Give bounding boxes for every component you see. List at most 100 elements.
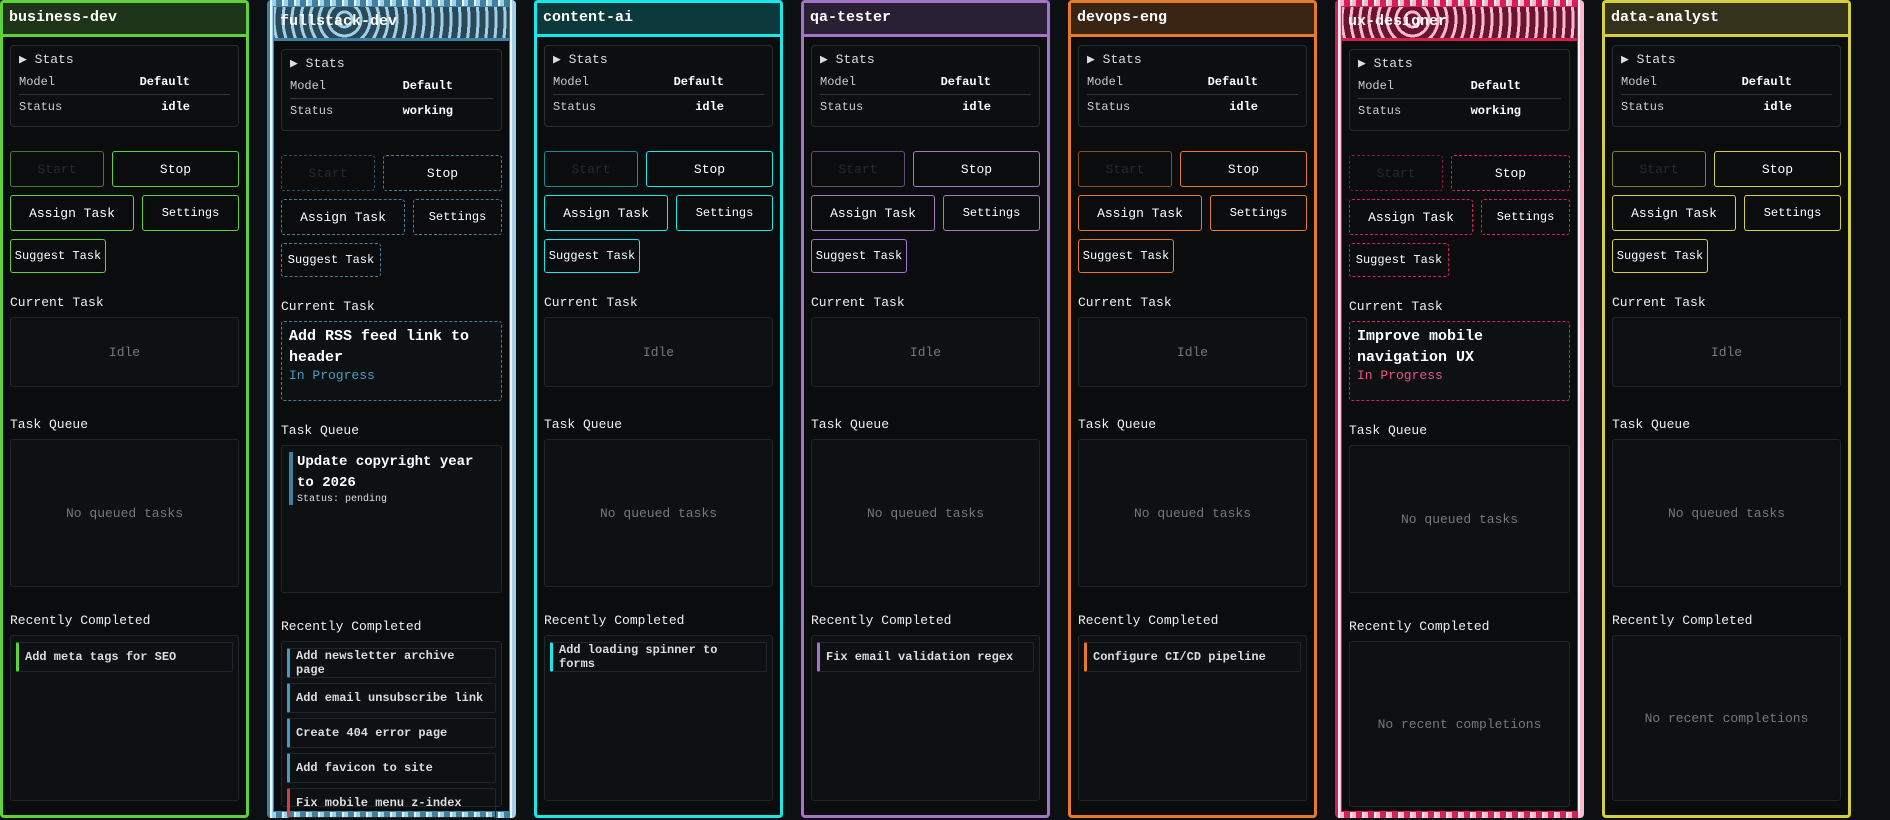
assign-task-button[interactable]: Assign Task [1612, 195, 1736, 231]
current-task-heading: Current Task [1349, 299, 1443, 314]
settings-button[interactable]: Settings [1744, 195, 1841, 231]
suggest-task-button[interactable]: Suggest Task [1078, 239, 1174, 273]
assign-task-button[interactable]: Assign Task [544, 195, 668, 231]
stop-button[interactable]: Stop [112, 151, 239, 187]
suggest-task-button[interactable]: Suggest Task [10, 239, 106, 273]
task-queue-heading: Task Queue [1612, 417, 1691, 432]
stop-button[interactable]: Stop [1714, 151, 1841, 187]
start-button[interactable]: Start [1612, 151, 1706, 187]
stats-panel[interactable]: ▶ Stats Model Default Status idle [811, 45, 1040, 127]
stats-panel[interactable]: ▶ Stats Model Default Status idle [1078, 45, 1307, 127]
triangle-right-icon: ▶ [820, 52, 828, 67]
suggest-task-button[interactable]: Suggest Task [1612, 239, 1708, 273]
recently-completed-heading: Recently Completed [811, 613, 952, 628]
settings-button[interactable]: Settings [943, 195, 1040, 231]
status-value: idle [161, 99, 190, 114]
task-queue-empty: No queued tasks [811, 439, 1040, 587]
stop-button[interactable]: Stop [913, 151, 1040, 187]
agent-panel-ux-designer: ux-designer ▶ Stats Model Default Status w… [1335, 0, 1584, 818]
assign-task-button[interactable]: Assign Task [281, 199, 405, 235]
model-label: Model [1358, 79, 1395, 93]
completed-item[interactable]: Add favicon to site [287, 753, 496, 783]
no-queue-text: No queued tasks [1133, 505, 1252, 521]
settings-button[interactable]: Settings [1481, 199, 1570, 235]
current-task-card[interactable]: Improve mobile navigation UX In Progress [1349, 321, 1570, 401]
stats-toggle[interactable]: ▶ Stats [19, 52, 230, 67]
agent-panel-business-dev: business-dev ▶ Stats Model Default Status… [0, 0, 249, 818]
settings-button[interactable]: Settings [413, 199, 502, 235]
stats-panel[interactable]: ▶ Stats Model Default Status working [281, 49, 502, 131]
start-button[interactable]: Start [811, 151, 905, 187]
stats-panel[interactable]: ▶ Stats Model Default Status idle [10, 45, 239, 127]
completed-item[interactable]: Fix email validation regex [817, 642, 1034, 672]
status-label: Status [820, 99, 864, 114]
queue-item-title: Update copyright year to 2026 [297, 454, 474, 491]
stop-button[interactable]: Stop [1180, 151, 1307, 187]
assign-task-button[interactable]: Assign Task [1078, 195, 1202, 231]
current-task-status: In Progress [289, 368, 375, 383]
settings-button[interactable]: Settings [142, 195, 239, 231]
completed-item[interactable]: Add newsletter archive page [287, 648, 496, 678]
model-value: Default [673, 75, 724, 89]
stats-toggle[interactable]: ▶ Stats [820, 52, 1031, 67]
recently-completed-heading: Recently Completed [1612, 613, 1753, 628]
stats-label: Stats [1636, 52, 1676, 67]
task-queue-heading: Task Queue [544, 417, 623, 432]
stats-toggle[interactable]: ▶ Stats [1358, 56, 1561, 71]
no-queue-text: No queued tasks [65, 505, 184, 521]
settings-button[interactable]: Settings [1210, 195, 1307, 231]
stats-panel[interactable]: ▶ Stats Model Default Status idle [1612, 45, 1841, 127]
assign-task-button[interactable]: Assign Task [10, 195, 134, 231]
current-task-title: Add RSS feed link to header [289, 328, 470, 366]
settings-button[interactable]: Settings [676, 195, 773, 231]
suggest-task-button[interactable]: Suggest Task [281, 243, 381, 277]
status-value: idle [1763, 99, 1792, 114]
completed-item[interactable]: Add email unsubscribe link [287, 683, 496, 713]
stats-panel[interactable]: ▶ Stats Model Default Status working [1349, 49, 1570, 131]
stats-panel[interactable]: ▶ Stats Model Default Status idle [544, 45, 773, 127]
stats-toggle[interactable]: ▶ Stats [1087, 52, 1298, 67]
triangle-right-icon: ▶ [19, 52, 27, 67]
triangle-right-icon: ▶ [1358, 56, 1366, 71]
model-value: Default [940, 75, 991, 89]
start-button[interactable]: Start [1078, 151, 1172, 187]
suggest-task-button[interactable]: Suggest Task [1349, 243, 1449, 277]
stop-button[interactable]: Stop [383, 155, 502, 191]
queue-item[interactable]: Update copyright year to 2026 Status: pen… [289, 452, 494, 505]
status-label: Status [553, 99, 597, 114]
completed-item[interactable]: Configure CI/CD pipeline [1084, 642, 1301, 672]
task-queue-empty: No queued tasks [1349, 445, 1570, 593]
task-queue-heading: Task Queue [811, 417, 890, 432]
stats-toggle[interactable]: ▶ Stats [290, 56, 493, 71]
start-button[interactable]: Start [10, 151, 104, 187]
model-label: Model [1621, 75, 1658, 89]
recent-list: Fix email validation regex [811, 635, 1040, 801]
completed-item[interactable]: Add loading spinner to forms [550, 642, 767, 672]
start-button[interactable]: Start [281, 155, 375, 191]
recently-completed-heading: Recently Completed [544, 613, 685, 628]
recent-empty: No recent completions [1349, 641, 1570, 807]
model-label: Model [19, 75, 56, 89]
start-button[interactable]: Start [544, 151, 638, 187]
start-button[interactable]: Start [1349, 155, 1443, 191]
completed-item[interactable]: Fix mobile menu z-index [287, 788, 496, 818]
assign-task-button[interactable]: Assign Task [811, 195, 935, 231]
status-label: Status [1087, 99, 1131, 114]
completed-item[interactable]: Create 404 error page [287, 718, 496, 748]
task-queue-list: Update copyright year to 2026 Status: pen… [281, 445, 502, 593]
stats-toggle[interactable]: ▶ Stats [1621, 52, 1832, 67]
stats-label: Stats [305, 56, 345, 71]
suggest-task-button[interactable]: Suggest Task [544, 239, 640, 273]
current-task-card[interactable]: Add RSS feed link to header In Progress [281, 321, 502, 401]
queue-item-status: Status: pending [297, 494, 388, 505]
stop-button[interactable]: Stop [646, 151, 773, 187]
completed-item[interactable]: Add meta tags for SEO [16, 642, 233, 672]
idle-text: Idle [909, 344, 942, 360]
stop-button[interactable]: Stop [1451, 155, 1570, 191]
current-task-status: In Progress [1357, 368, 1443, 383]
stats-label: Stats [835, 52, 875, 67]
recently-completed-heading: Recently Completed [10, 613, 151, 628]
suggest-task-button[interactable]: Suggest Task [811, 239, 907, 273]
assign-task-button[interactable]: Assign Task [1349, 199, 1473, 235]
stats-toggle[interactable]: ▶ Stats [553, 52, 764, 67]
